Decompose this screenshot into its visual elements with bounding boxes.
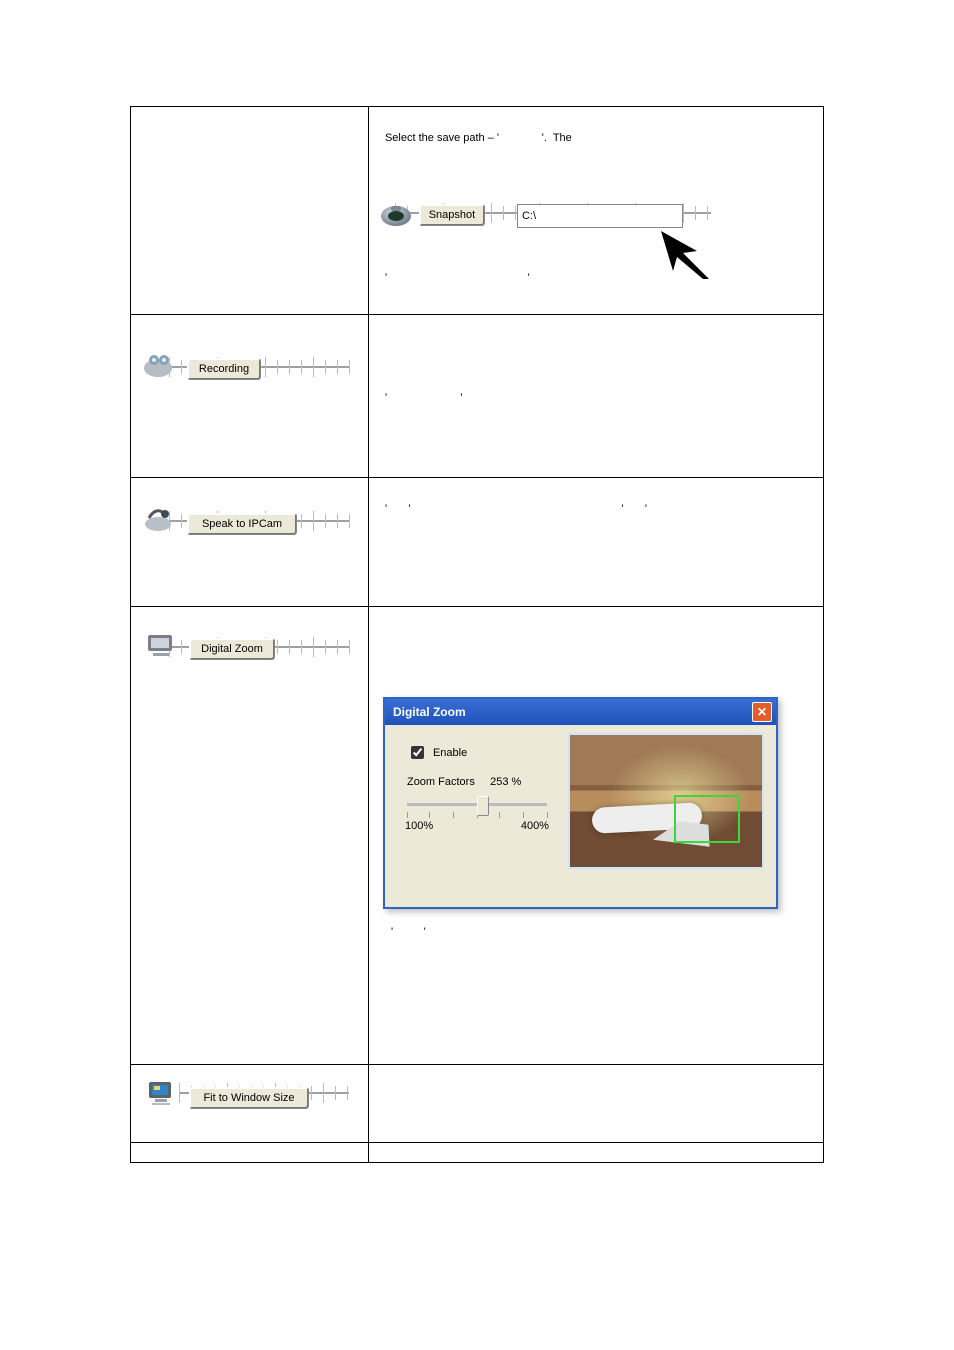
recording-desc: ' ' bbox=[385, 391, 807, 406]
row1-top-desc: Select the save path – ' '. The bbox=[385, 131, 807, 146]
speak-icon bbox=[141, 504, 175, 534]
zoom-factors-label: Zoom Factors bbox=[407, 776, 475, 788]
speak-button[interactable]: Speak to IPCam bbox=[187, 513, 297, 535]
recording-icon bbox=[141, 350, 175, 380]
speak-desc: ' ' ' ' bbox=[385, 502, 807, 517]
snapshot-button[interactable]: Snapshot bbox=[419, 204, 485, 226]
close-icon[interactable]: ✕ bbox=[752, 702, 772, 722]
row1-bottom-desc: ' ' bbox=[385, 271, 807, 286]
recording-button[interactable]: Recording bbox=[187, 358, 261, 380]
snapshot-path-input[interactable]: C:\ bbox=[517, 204, 683, 228]
zoom-factors-value: 253 % bbox=[490, 776, 521, 788]
enable-checkbox[interactable] bbox=[411, 746, 424, 759]
zoom-desc-after: ' ' bbox=[391, 925, 426, 940]
snapshot-icon bbox=[378, 199, 414, 229]
slider-min: 100% bbox=[405, 820, 433, 832]
zoom-region-box[interactable] bbox=[674, 795, 740, 843]
zoom-preview bbox=[568, 733, 764, 869]
zoom-slider[interactable]: 100% 400% bbox=[407, 796, 547, 834]
digital-zoom-icon bbox=[145, 631, 177, 657]
fit-window-icon bbox=[145, 1079, 177, 1107]
fit-window-button[interactable]: Fit to Window Size bbox=[189, 1087, 309, 1109]
slider-max: 400% bbox=[521, 820, 549, 832]
digital-zoom-dialog: Digital Zoom ✕ Enable Zoom Factors 253 % bbox=[383, 697, 778, 909]
digital-zoom-title: Digital Zoom bbox=[393, 705, 466, 719]
enable-label: Enable bbox=[433, 747, 467, 759]
digital-zoom-button[interactable]: Digital Zoom bbox=[189, 638, 275, 660]
